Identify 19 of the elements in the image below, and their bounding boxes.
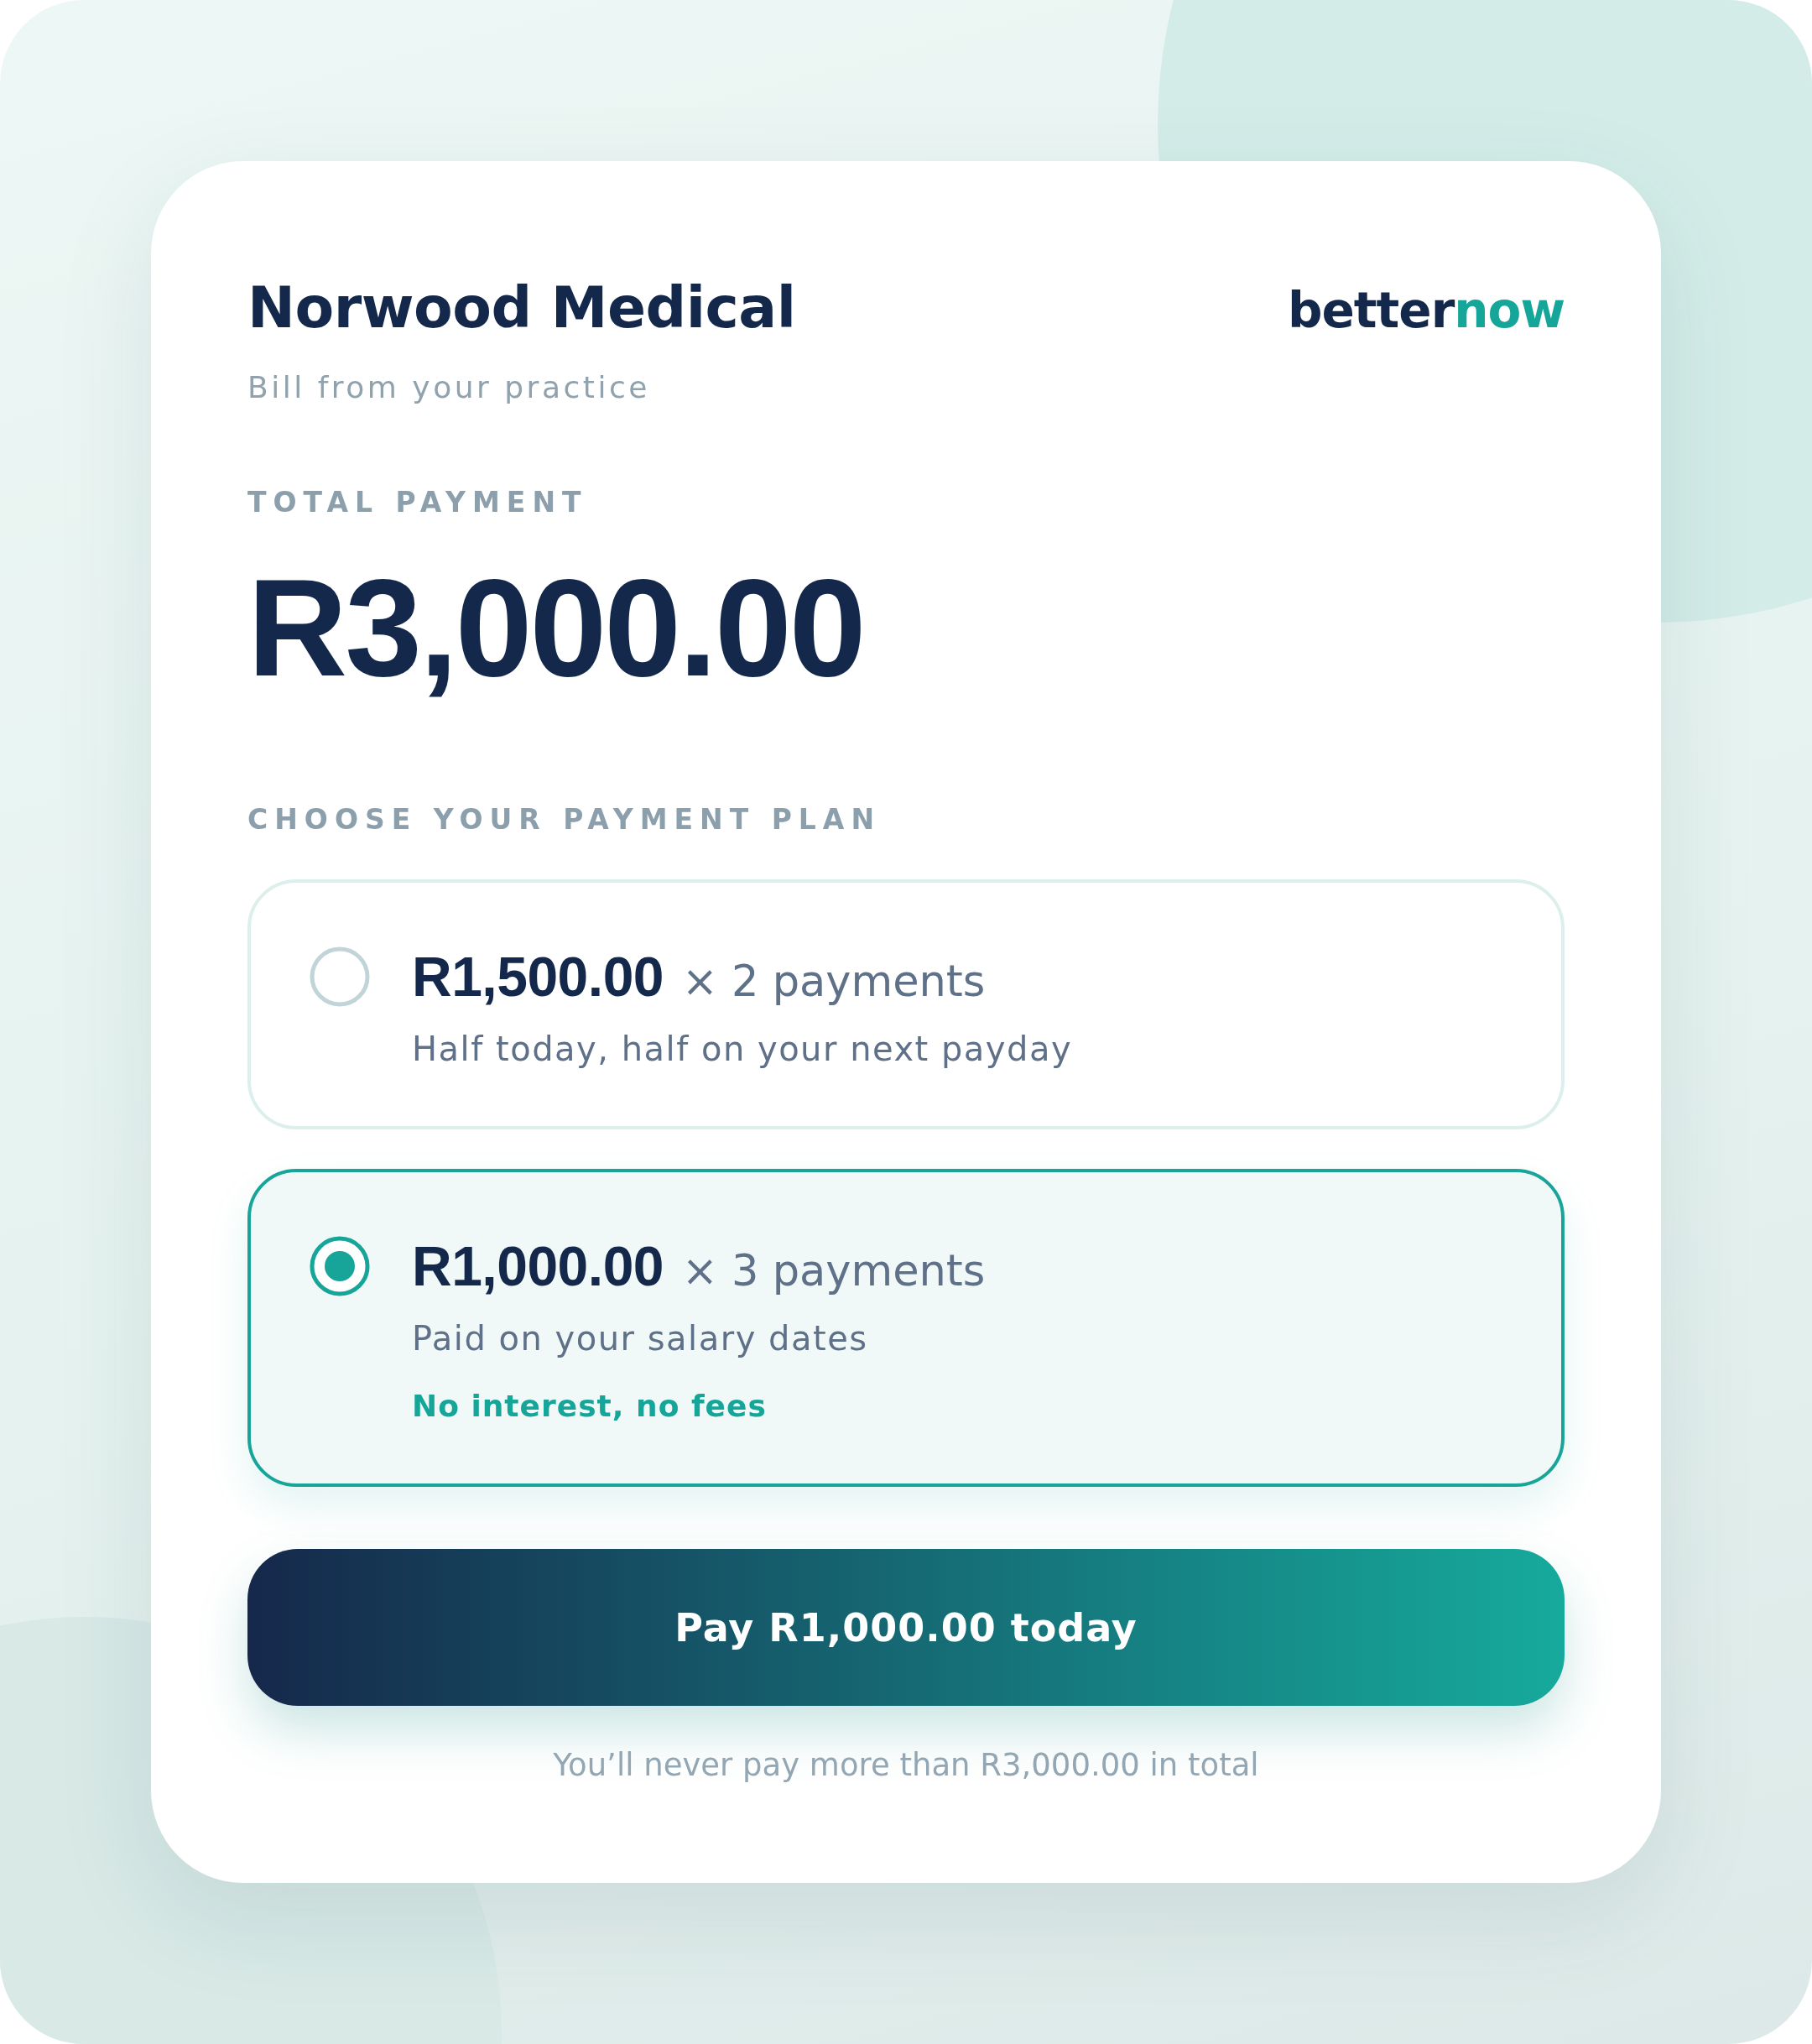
plan-amount: R1,500.00 (412, 945, 664, 1009)
plan-amount: R1,000.00 (412, 1234, 664, 1299)
merchant-name: Norwood Medical (247, 274, 796, 342)
footer-note: You’ll never pay more than R3,000.00 in total (553, 1746, 1259, 1785)
radio-button[interactable] (310, 1236, 370, 1296)
plan-payment-count: × 3 payments (682, 1245, 986, 1297)
pay-button[interactable]: Pay R1,000.00 today (247, 1549, 1565, 1706)
plan-payment-count: × 2 payments (682, 956, 986, 1008)
plan-description: Paid on your salary dates (412, 1318, 868, 1359)
plan-option[interactable]: R1,000.00 × 3 payments Paid on your salary dates No interest, no fees (247, 1169, 1565, 1487)
plan-note: No interest, no fees (412, 1388, 767, 1425)
plan-option[interactable]: R1,500.00 × 2 payments Half today, half on your next payday (247, 879, 1565, 1129)
brand-logo: betternow (1288, 281, 1565, 341)
section-label: TOTAL PAYMENT (247, 486, 588, 519)
bill-subtitle: Bill from your practice (247, 369, 650, 406)
section-label: CHOOSE YOUR PAYMENT PLAN (247, 803, 881, 837)
radio-button[interactable] (310, 946, 370, 1007)
plan-description: Half today, half on your next payday (412, 1029, 1073, 1070)
total-amount: R3,000.00 (247, 552, 864, 703)
